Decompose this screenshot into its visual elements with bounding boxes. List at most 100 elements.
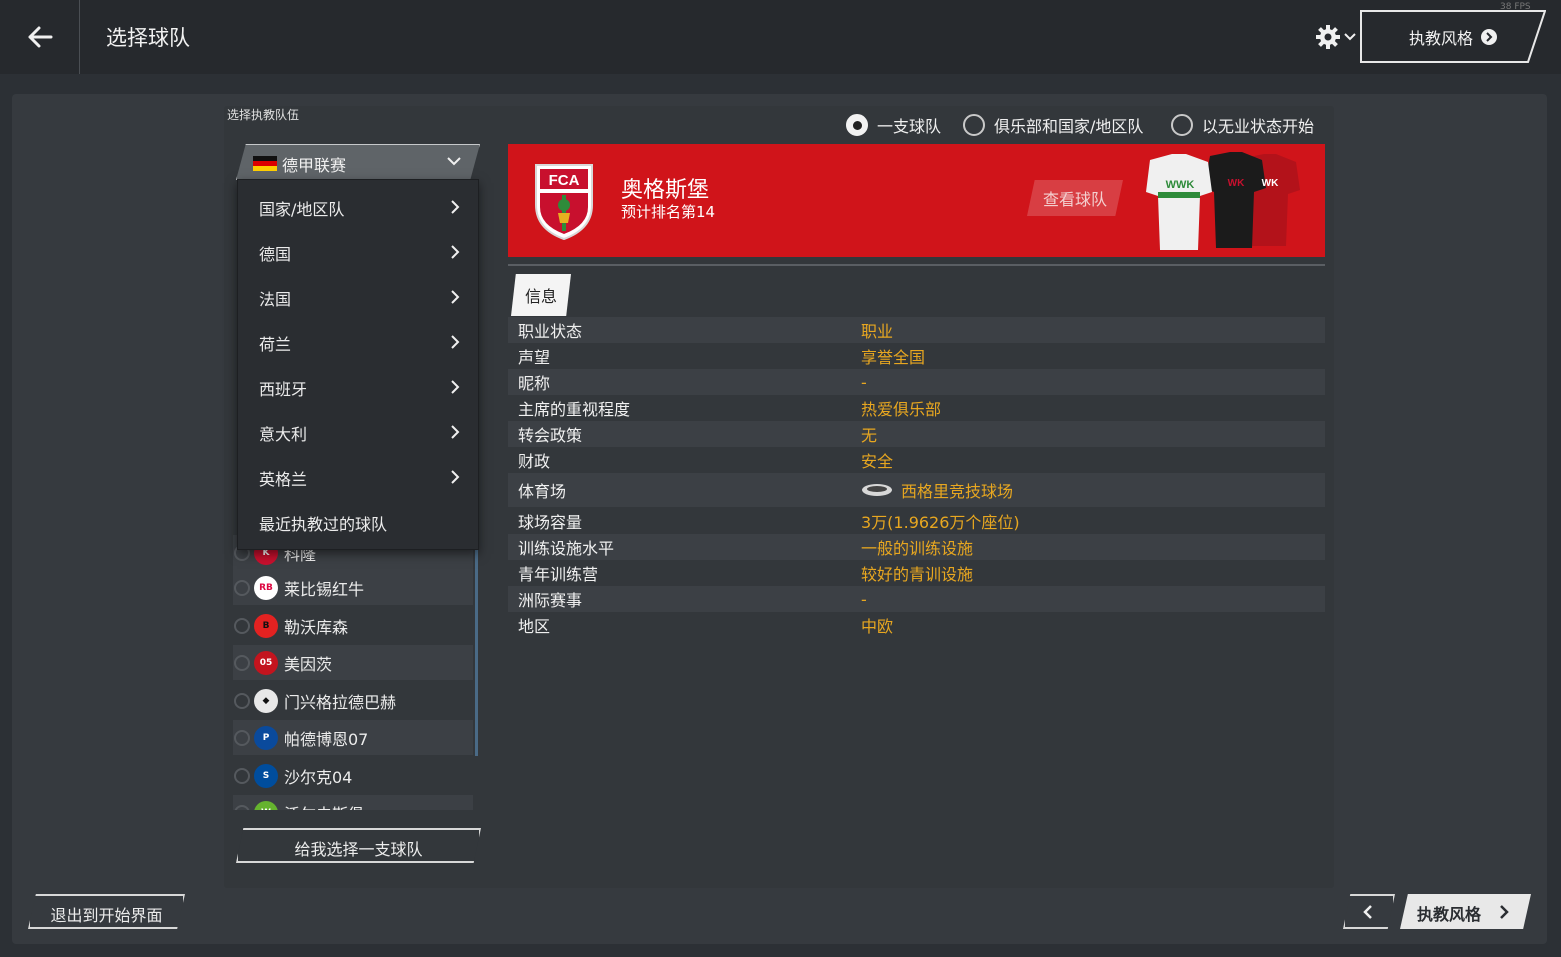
menu-item-label: 最近执教过的球队 <box>259 514 388 534</box>
team-name: 门兴格拉德巴赫 <box>284 692 397 712</box>
stadium-link[interactable]: 西格里竞技球场 <box>861 478 1013 502</box>
info-value: 中欧 <box>861 617 894 636</box>
menu-item-national-teams[interactable]: 国家/地区队 <box>238 185 478 230</box>
radio-selected-icon[interactable] <box>846 114 868 136</box>
exit-label: 退出到开始界面 <box>50 906 163 925</box>
svg-text:WK: WK <box>1228 178 1245 189</box>
mode-club-and-national[interactable]: 俱乐部和国家/地区队 <box>963 113 1143 137</box>
chevron-right-icon <box>451 200 460 214</box>
team-row[interactable]: ◆ 门兴格拉德巴赫 <box>233 683 473 718</box>
mainz-crest-icon: 05 <box>254 650 278 675</box>
info-value: - <box>861 372 867 392</box>
back-button[interactable] <box>0 0 80 74</box>
schalke-crest-icon: S <box>254 763 278 788</box>
info-value: 3万(1.9626万个座位) <box>861 513 1020 532</box>
exit-to-start-button[interactable]: 退出到开始界面 <box>28 894 185 929</box>
chevron-down-icon <box>1344 33 1356 41</box>
info-key: 转会政策 <box>518 426 583 445</box>
info-value: 职业 <box>861 322 894 341</box>
info-key: 声望 <box>518 348 551 367</box>
info-row: 主席的重视程度 热爱俱乐部 <box>508 395 1325 421</box>
info-row: 训练设施水平 一般的训练设施 <box>508 534 1325 560</box>
info-row: 转会政策 无 <box>508 421 1325 447</box>
menu-item-netherlands[interactable]: 荷兰 <box>238 320 478 365</box>
chevron-right-icon <box>1500 905 1509 919</box>
team-name: 沙尔克04 <box>284 767 353 787</box>
info-key: 地区 <box>518 617 551 636</box>
team-radio[interactable] <box>234 729 250 746</box>
next-coaching-style-button[interactable]: 执教风格 <box>1400 894 1531 929</box>
pick-random-label: 给我选择一支球队 <box>294 840 423 859</box>
info-row: 职业状态 职业 <box>508 317 1325 343</box>
stadium-name: 西格里竞技球场 <box>901 482 1014 501</box>
team-radio[interactable] <box>234 654 250 671</box>
radio-icon[interactable] <box>963 114 985 136</box>
chevron-right-icon <box>451 290 460 304</box>
select-team-label: 选择执教队伍 <box>227 108 300 122</box>
chevron-right-icon <box>451 380 460 394</box>
mode-label: 俱乐部和国家/地区队 <box>994 117 1144 136</box>
pick-random-team-button[interactable]: 给我选择一支球队 <box>236 828 481 863</box>
chevron-down-icon <box>447 157 461 166</box>
coaching-style-label: 执教风格 <box>1408 28 1473 48</box>
menu-item-england[interactable]: 英格兰 <box>238 455 478 500</box>
club-name: 奥格斯堡 <box>621 178 710 203</box>
settings-dropdown[interactable] <box>1314 22 1356 52</box>
chevron-left-icon <box>1363 905 1372 919</box>
menu-item-label: 国家/地区队 <box>259 199 345 219</box>
info-row: 地区 中欧 <box>508 612 1325 638</box>
team-row[interactable]: RB 莱比锡红牛 <box>233 570 473 605</box>
crest-text: FCA <box>549 172 580 189</box>
league-dropdown-value: 德甲联赛 <box>282 156 347 175</box>
info-key: 昵称 <box>518 374 551 393</box>
team-row[interactable]: W 沃尔夫斯堡 <box>233 795 473 810</box>
previous-button[interactable] <box>1343 894 1395 929</box>
team-name: 勒沃库森 <box>284 617 349 637</box>
info-row: 洲际赛事 - <box>508 586 1325 612</box>
info-row: 声望 享誉全国 <box>508 343 1325 369</box>
info-row: 体育场 西格里竞技球场 <box>508 473 1325 507</box>
radio-icon[interactable] <box>1171 114 1193 136</box>
info-key: 洲际赛事 <box>518 591 583 610</box>
info-value: - <box>861 589 867 609</box>
team-radio[interactable] <box>234 804 250 810</box>
team-row[interactable]: P 帕德博恩07 <box>233 720 473 755</box>
menu-item-recent-teams[interactable]: 最近执教过的球队 <box>238 500 478 545</box>
info-key: 球场容量 <box>518 513 583 532</box>
leipzig-crest-icon: RB <box>254 575 278 600</box>
team-radio[interactable] <box>234 617 250 634</box>
info-value: 一般的训练设施 <box>861 539 974 558</box>
mode-label: 一支球队 <box>877 117 942 136</box>
team-radio[interactable] <box>234 767 250 784</box>
club-kits-image: WWK WK WK <box>1146 152 1300 250</box>
gear-icon <box>1316 25 1340 49</box>
germany-flag-icon <box>253 156 277 171</box>
svg-text:WK: WK <box>1262 178 1279 189</box>
menu-item-spain[interactable]: 西班牙 <box>238 365 478 410</box>
team-row[interactable]: S 沙尔克04 <box>233 758 473 793</box>
mode-unemployed[interactable]: 以无业状态开始 <box>1171 113 1314 137</box>
arrow-circle-icon <box>1481 28 1497 45</box>
info-value: 无 <box>861 426 878 445</box>
team-row[interactable]: B 勒沃库森 <box>233 608 473 643</box>
team-row[interactable]: 05 美因茨 <box>233 645 473 680</box>
menu-item-italy[interactable]: 意大利 <box>238 410 478 455</box>
league-dropdown[interactable]: 德甲联赛 <box>236 144 480 180</box>
tab-info[interactable]: 信息 <box>511 274 571 316</box>
team-radio[interactable] <box>234 579 250 596</box>
view-team-button[interactable]: 查看球队 <box>1027 180 1123 216</box>
mode-single-team[interactable]: 一支球队 <box>846 113 941 137</box>
team-radio[interactable] <box>234 692 250 709</box>
info-row: 昵称 - <box>508 369 1325 395</box>
chevron-right-icon <box>451 335 460 349</box>
menu-item-france[interactable]: 法国 <box>238 275 478 320</box>
info-key: 财政 <box>518 452 551 471</box>
info-key: 主席的重视程度 <box>518 400 631 419</box>
menu-item-germany[interactable]: 德国 <box>238 230 478 275</box>
team-list-scrollbar[interactable] <box>475 540 478 756</box>
mode-label: 以无业状态开始 <box>1202 117 1315 136</box>
info-value: 较好的青训设施 <box>861 565 974 584</box>
menu-item-label: 西班牙 <box>259 379 308 399</box>
kit-sponsor: WWK <box>1166 179 1195 191</box>
coaching-style-button[interactable]: 执教风格 <box>1360 10 1546 63</box>
